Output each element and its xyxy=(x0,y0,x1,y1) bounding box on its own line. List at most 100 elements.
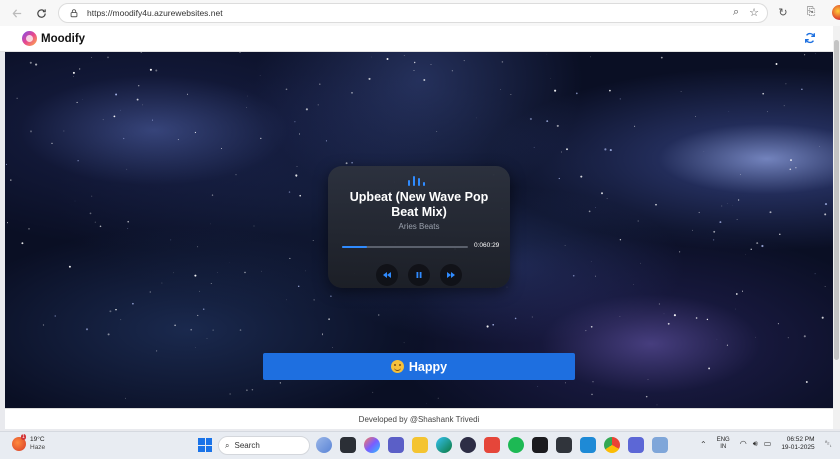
star xyxy=(558,177,560,180)
reload-button[interactable] xyxy=(30,2,52,24)
star xyxy=(142,104,144,106)
url-text[interactable]: https://moodify4u.azurewebsites.net xyxy=(87,8,223,18)
edge-browser-icon[interactable] xyxy=(436,437,452,453)
copilot-app-icon[interactable] xyxy=(364,437,380,453)
star xyxy=(712,239,715,241)
star xyxy=(210,283,212,284)
file-explorer-icon[interactable] xyxy=(412,437,428,453)
star xyxy=(824,213,827,216)
star xyxy=(591,393,593,396)
scrollbar-thumb[interactable] xyxy=(834,40,839,360)
star xyxy=(288,191,291,193)
store-app-icon[interactable] xyxy=(484,437,500,453)
favorite-star-icon[interactable]: ☆ xyxy=(749,6,759,19)
star xyxy=(595,275,597,277)
weather-widget[interactable]: 1 19°C Haze xyxy=(12,434,46,452)
star xyxy=(132,302,134,305)
star xyxy=(217,272,218,273)
star xyxy=(299,133,300,135)
star xyxy=(186,93,188,95)
star xyxy=(510,93,512,95)
rewind-icon xyxy=(383,272,391,278)
star xyxy=(99,225,102,228)
smiling-face-icon xyxy=(390,360,404,373)
extra-app-icon[interactable] xyxy=(652,437,668,453)
star xyxy=(6,222,9,224)
star xyxy=(140,52,143,54)
star xyxy=(127,220,129,223)
star xyxy=(824,286,826,287)
start-button[interactable] xyxy=(198,438,212,452)
clock[interactable]: 06:52 PM 19-01-2025 xyxy=(781,436,814,452)
star xyxy=(259,75,261,76)
star xyxy=(492,323,495,326)
previous-button[interactable] xyxy=(376,264,398,286)
star xyxy=(475,117,477,119)
chrome-app-icon[interactable] xyxy=(604,437,620,453)
pause-button[interactable] xyxy=(408,264,430,286)
star xyxy=(246,389,248,392)
star xyxy=(741,290,744,292)
star xyxy=(202,308,205,310)
collections-icon[interactable]: ⎘ xyxy=(803,4,819,20)
star xyxy=(137,84,140,87)
profile-icon[interactable] xyxy=(831,4,840,20)
star xyxy=(609,149,612,152)
back-button[interactable] xyxy=(6,2,28,24)
star xyxy=(708,367,711,370)
page-scrollbar[interactable] xyxy=(833,26,840,429)
widgets-app-icon[interactable] xyxy=(316,437,332,453)
progress-bar[interactable] xyxy=(342,246,468,248)
pause-icon xyxy=(416,272,422,278)
star xyxy=(149,68,152,71)
wifi-icon[interactable]: ◠ xyxy=(740,439,747,449)
extensions-icon[interactable]: ↻ xyxy=(775,4,791,20)
star xyxy=(423,79,426,81)
chevron-up-icon[interactable]: ⌃ xyxy=(700,440,707,449)
star xyxy=(244,271,246,274)
star xyxy=(403,54,405,56)
star xyxy=(29,61,32,64)
terminal-app-icon[interactable] xyxy=(556,437,572,453)
language-indicator[interactable]: ENG IN xyxy=(717,437,730,451)
tool-app-icon[interactable] xyxy=(628,437,644,453)
file-app-icon[interactable] xyxy=(340,437,356,453)
star xyxy=(721,205,723,207)
ide-app-icon[interactable] xyxy=(532,437,548,453)
star xyxy=(125,397,126,399)
star xyxy=(285,88,288,91)
star xyxy=(575,92,578,95)
star xyxy=(194,347,196,349)
notifications-bell-icon[interactable]: ␇ xyxy=(825,439,832,450)
taskbar-search[interactable]: ⌕ Search xyxy=(218,436,310,455)
star xyxy=(795,167,797,169)
progress-fill xyxy=(342,246,368,248)
site-info-icon[interactable] xyxy=(67,6,81,20)
address-bar[interactable]: https://moodify4u.azurewebsites.net ⌕ ☆ xyxy=(58,3,768,23)
star xyxy=(403,342,405,344)
next-button[interactable] xyxy=(440,264,462,286)
teams-app-icon[interactable] xyxy=(388,437,404,453)
mood-happy-button[interactable]: Happy xyxy=(263,353,575,380)
weather-condition: Haze xyxy=(30,444,46,451)
refresh-icon[interactable] xyxy=(803,31,817,45)
media-app-icon[interactable] xyxy=(460,437,476,453)
star xyxy=(152,119,153,121)
moodify-logo-icon xyxy=(22,31,37,46)
battery-icon[interactable]: ▭ xyxy=(764,439,772,449)
star xyxy=(732,204,733,206)
browser-toolbar: https://moodify4u.azurewebsites.net ⌕ ☆ … xyxy=(0,0,840,26)
volume-icon[interactable]: 🔊︎ xyxy=(753,439,758,449)
star xyxy=(305,108,308,111)
zoom-icon[interactable]: ⌕ xyxy=(733,6,739,19)
spotify-app-icon[interactable] xyxy=(508,437,524,453)
star xyxy=(156,350,158,352)
star xyxy=(805,381,808,383)
vscode-app-icon[interactable] xyxy=(580,437,596,453)
star xyxy=(239,52,241,53)
star xyxy=(194,274,197,277)
brand-name[interactable]: Moodify xyxy=(41,33,85,45)
star xyxy=(436,131,438,132)
star xyxy=(645,395,648,398)
star xyxy=(413,61,416,64)
